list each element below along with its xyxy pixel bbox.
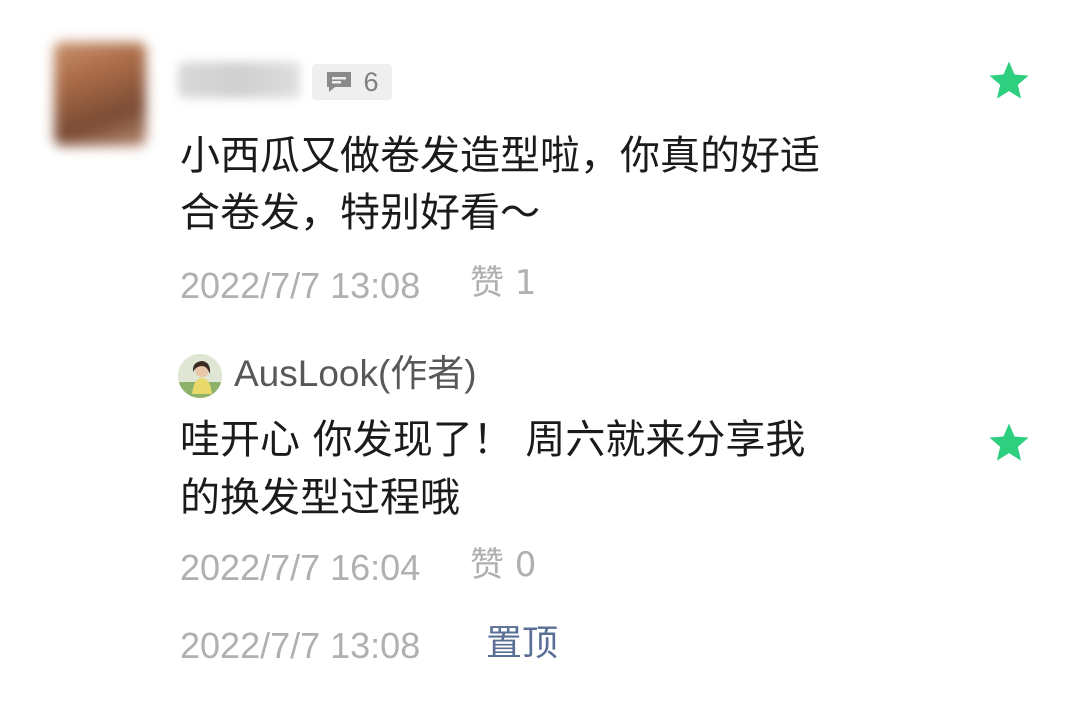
reply-count-badge[interactable]: 6 [312, 64, 392, 100]
star-icon[interactable] [986, 420, 1032, 466]
reply-text-line-1: 哇开心 你发现了！ 周六就来分享我 [180, 417, 806, 463]
author-name[interactable]: AusLook(作者) [234, 353, 477, 395]
commenter-name-blurred[interactable] [178, 62, 300, 98]
footer-timestamp: 2022/7/7 13:08 [180, 625, 421, 666]
reply-count: 6 [363, 66, 379, 97]
comment-timestamp: 2022/7/7 13:08 [180, 265, 421, 306]
speech-bubble-icon [325, 70, 353, 94]
star-icon[interactable] [986, 58, 1032, 104]
author-avatar[interactable] [178, 354, 222, 398]
pin-button[interactable]: 置顶 [486, 626, 558, 662]
comment-like-button[interactable]: 赞 1 [470, 266, 536, 300]
comment-text-line-2: 合卷发，特别好看～ [180, 190, 540, 236]
reply-like-button[interactable]: 赞 0 [470, 548, 536, 582]
reply-text-line-2: 的换发型过程哦 [180, 475, 460, 521]
reply-timestamp: 2022/7/7 16:04 [180, 547, 421, 588]
comment-text-line-1: 小西瓜又做卷发造型啦，你真的好适 [180, 133, 820, 179]
commenter-avatar[interactable] [54, 42, 146, 146]
